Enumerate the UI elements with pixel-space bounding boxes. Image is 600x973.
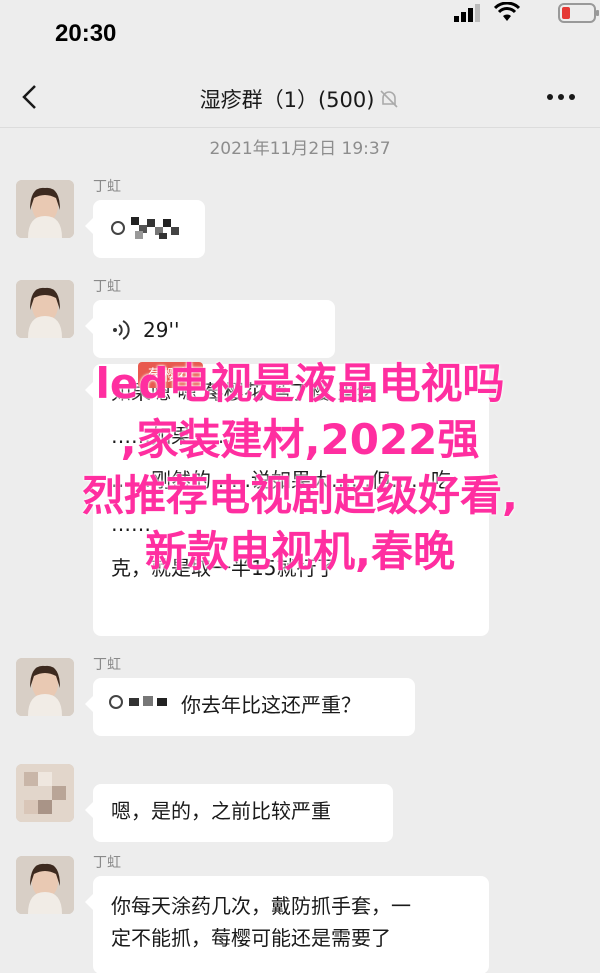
more-options-icon[interactable] — [546, 92, 576, 102]
sender-name: 丁虹 — [93, 657, 121, 673]
chat-title-wrap: 湿疹群（1）(500) — [0, 84, 600, 114]
sender-name: 丁虹 — [93, 179, 121, 195]
avatar[interactable] — [16, 856, 74, 914]
message-bubble[interactable]: 你每天涂药几次，戴防抓手套，一 定不能抓，莓樱可能还是需要了 — [85, 876, 489, 973]
status-bar: 20:30 — [0, 0, 600, 66]
nav-bar: 湿疹群（1）(500) — [0, 66, 600, 128]
sender-name: 丁虹 — [93, 279, 121, 295]
overlay-line: 烈推荐电视剧超级好看, — [82, 471, 518, 520]
avatar-blurred[interactable] — [16, 764, 74, 822]
sender-name: 丁虹 — [93, 855, 121, 871]
voice-message-bubble[interactable]: 29'' — [85, 300, 335, 358]
status-time: 20:30 — [55, 20, 117, 47]
pixelated-content — [109, 690, 181, 723]
signal-icon — [454, 4, 480, 22]
message-bubble[interactable]: 你去年比这还严重？ — [85, 678, 415, 736]
chat-timestamp: 2021年11月2日 19:37 — [209, 139, 391, 159]
overlay-line: ,家装建材,2022强 — [120, 415, 480, 464]
overlay-line: led电视是液晶电视吗 — [95, 359, 505, 408]
overlay-headline: led电视是液晶电视吗 ,家装建材,2022强 烈推荐电视剧超级好看, 新款电视… — [0, 356, 600, 580]
message-bubble[interactable]: 嗯，是的，之前比较严重 — [85, 784, 393, 842]
message-bubble[interactable] — [85, 200, 205, 258]
pixelated-content — [111, 213, 187, 252]
mute-bell-icon — [380, 90, 398, 108]
wifi-icon — [494, 2, 520, 21]
voice-wave-icon — [113, 320, 130, 340]
overlay-line: 新款电视机,春晚 — [145, 527, 455, 576]
battery-icon — [558, 3, 599, 23]
chat-title: 湿疹群（1）(500) — [199, 88, 375, 112]
avatar[interactable] — [16, 180, 74, 238]
avatar[interactable] — [16, 658, 74, 716]
message-text: 你去年比这还严重？ — [181, 693, 361, 717]
avatar[interactable] — [16, 280, 74, 338]
voice-duration: 29'' — [143, 318, 180, 342]
